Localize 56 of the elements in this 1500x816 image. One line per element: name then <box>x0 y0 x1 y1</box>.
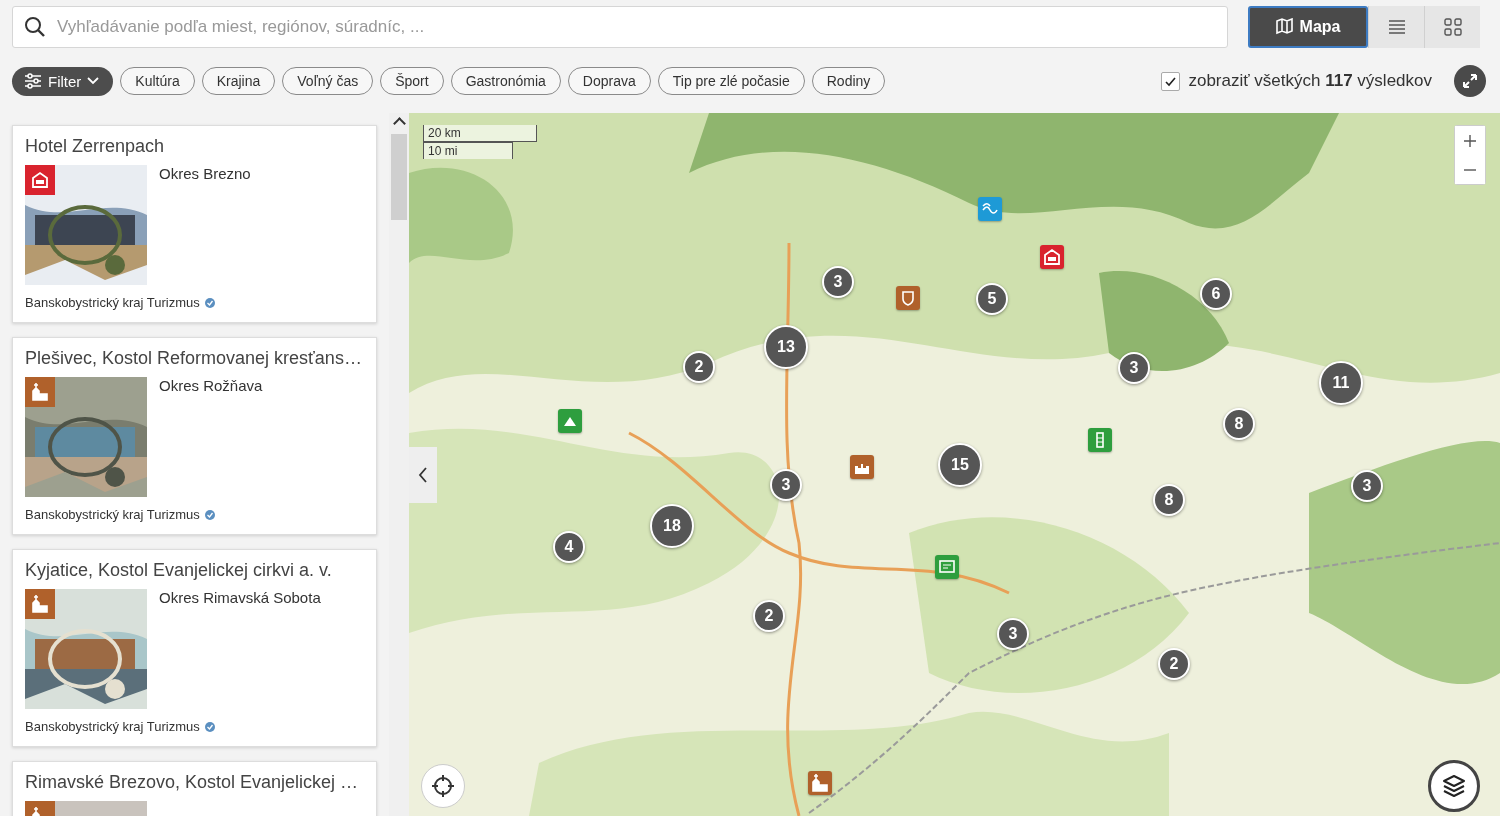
category-chip[interactable]: Tip pre zlé počasie <box>657 67 805 95</box>
district-label: Okres Rožňava <box>159 377 263 396</box>
scale-label: 20 km <box>423 125 537 142</box>
category-chip[interactable]: Krajina <box>201 67 276 95</box>
category-chip[interactable]: Gastronómia <box>450 67 561 95</box>
fullscreen-button[interactable] <box>1454 65 1486 97</box>
source-label: Banskobystrický kraj Turizmus <box>25 295 200 310</box>
church-icon[interactable] <box>808 771 832 795</box>
category-chip[interactable]: Doprava <box>567 67 651 95</box>
result-card[interactable]: Hotel Zerrenpach Okres Brezno Banskobystrický kraj Turizmus <box>12 125 377 323</box>
board-icon[interactable] <box>935 555 959 579</box>
scrollbar-thumb[interactable] <box>391 134 407 220</box>
collapse-panel-button[interactable] <box>409 447 437 503</box>
plus-icon <box>1464 134 1476 147</box>
search-field[interactable]: Vyhľadávanie podľa miest, regiónov, súradníc, ... <box>12 6 1228 48</box>
result-title[interactable]: Plešivec, Kostol Reformovanej kresťans… <box>25 348 364 369</box>
grid-view-tab[interactable] <box>1424 6 1480 48</box>
result-title[interactable]: Rimavské Brezovo, Kostol Evanjelickej … <box>25 772 364 793</box>
verified-icon <box>204 509 215 520</box>
map-icon <box>1275 18 1294 36</box>
shield-icon[interactable] <box>896 286 920 310</box>
result-card[interactable]: Rimavské Brezovo, Kostol Evanjelickej … <box>12 761 377 816</box>
result-title[interactable]: Kyjatice, Kostol Evanjelickej cirkvi a. v. <box>25 560 364 581</box>
source-label: Banskobystrický kraj Turizmus <box>25 507 200 522</box>
scale-label: 10 mi <box>423 142 513 159</box>
filter-icon <box>24 72 42 90</box>
checkbox-label: zobraziť všetkých 117 výsledkov <box>1188 71 1432 91</box>
result-card[interactable]: Kyjatice, Kostol Evanjelickej cirkvi a. v. Okres Rimavská Sobota Banskobystrický kraj Turizmus <box>12 549 377 747</box>
tower-icon[interactable] <box>1088 428 1112 452</box>
check-icon <box>1164 75 1178 87</box>
source-label: Banskobystrický kraj Turizmus <box>25 719 200 734</box>
checkbox[interactable] <box>1161 71 1181 91</box>
list-icon <box>1387 18 1406 36</box>
category-chip[interactable]: Šport <box>380 67 444 95</box>
filter-button[interactable]: Filter <box>12 66 114 96</box>
chevron-left-icon <box>418 467 428 483</box>
expand-icon <box>1461 72 1479 90</box>
category-chip[interactable]: Voľný čas <box>282 67 374 95</box>
verified-icon <box>204 297 215 308</box>
hotel-icon[interactable] <box>1040 245 1064 269</box>
district-label: Okres Brezno <box>159 165 251 184</box>
mountain-icon[interactable] <box>558 409 582 433</box>
layers-icon <box>1441 773 1467 799</box>
district-label: Okres Rimavská Sobota <box>159 589 321 608</box>
water-icon[interactable] <box>978 197 1002 221</box>
list-view-tab[interactable] <box>1368 6 1424 48</box>
result-title[interactable]: Hotel Zerrenpach <box>25 136 364 157</box>
category-chip[interactable]: Rodiny <box>811 67 886 95</box>
crosshair-icon <box>431 774 455 798</box>
map-view-tab[interactable]: Mapa <box>1248 6 1368 48</box>
chevron-down-icon <box>87 77 100 85</box>
building-icon[interactable] <box>850 455 874 479</box>
verified-icon <box>204 721 215 732</box>
result-card[interactable]: Plešivec, Kostol Reformovanej kresťans… Okres Rožňava Banskobystrický kraj Turizmus <box>12 337 377 535</box>
grid-icon <box>1443 18 1462 36</box>
category-chip[interactable]: Kultúra <box>120 67 195 95</box>
